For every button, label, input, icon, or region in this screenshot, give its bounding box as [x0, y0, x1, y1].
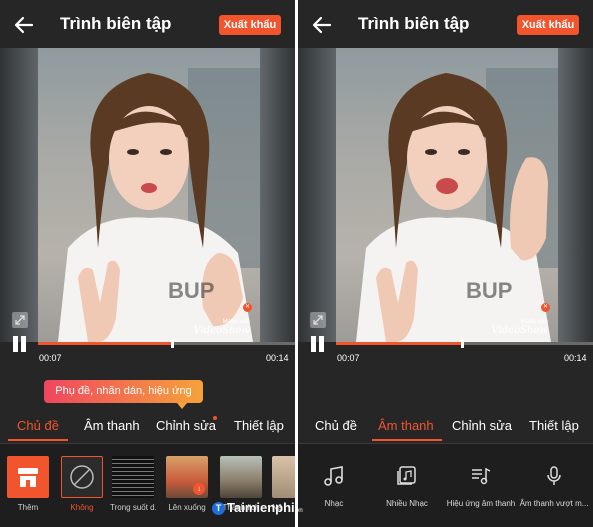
audio-tool-music[interactable]: Nhạc: [298, 464, 370, 508]
active-tab-indicator: [372, 439, 442, 441]
video-preview[interactable]: BUP ✕ Made with VideoShow: [38, 48, 260, 342]
audio-tool-multi-music[interactable]: Nhiều Nhạc: [371, 464, 443, 508]
video-blur-right: [558, 48, 593, 342]
progress-fill: [38, 342, 172, 345]
theme-thumbnail: [272, 456, 295, 498]
theme-thumbnail: [220, 456, 262, 498]
tab-theme[interactable]: Chủ đề: [315, 418, 357, 433]
theme-thumbnail: [112, 456, 154, 498]
video-blur-left: [298, 48, 336, 342]
audio-tool-voiceover[interactable]: Âm thanh vượt m...: [518, 464, 590, 508]
video-blur-right: [260, 48, 295, 342]
video-blur-left: [0, 48, 38, 342]
sound-effect-icon: [472, 467, 491, 485]
svg-text:BUP: BUP: [168, 278, 214, 303]
music-note-icon: [324, 466, 343, 486]
audio-tool-sound-effect[interactable]: Hiệu ứng âm thanh: [445, 464, 517, 508]
editor-tabs: Chủ đề Âm thanh Chỉnh sửa Thiết lập: [298, 412, 593, 442]
theme-item-updown[interactable]: ↓ Lên xuống: [164, 456, 210, 512]
total-time: 00:14: [564, 353, 587, 363]
export-button[interactable]: Xuất khẩu: [219, 15, 281, 35]
back-arrow-icon[interactable]: [310, 13, 334, 37]
elapsed-time: 00:07: [39, 353, 62, 363]
new-badge-dot: [213, 416, 217, 420]
video-frame-illustration: BUP: [58, 68, 260, 342]
top-bar: Trình biên tập Xuất khẩu: [0, 0, 295, 50]
watermark-close-icon[interactable]: ✕: [243, 303, 252, 312]
progress-bar[interactable]: [336, 339, 593, 348]
page-title: Trình biên tập: [358, 14, 470, 33]
tab-theme[interactable]: Chủ đề: [17, 418, 59, 433]
brand-logo-icon: T: [212, 502, 225, 516]
progress-fill: [336, 342, 462, 345]
progress-handle[interactable]: [461, 339, 464, 348]
fullscreen-icon[interactable]: [310, 312, 326, 328]
tab-audio[interactable]: Âm thanh: [84, 418, 140, 433]
brand-watermark: T Taimienphi.vn: [212, 500, 303, 516]
tab-settings[interactable]: Thiết lập: [234, 418, 284, 433]
tab-settings[interactable]: Thiết lập: [529, 418, 579, 433]
page-title: Trình biên tập: [60, 14, 172, 33]
export-button[interactable]: Xuất khẩu: [517, 15, 579, 35]
editor-panel-audio: Trình biên tập Xuất khẩu BUP ✕ Made with…: [298, 0, 593, 527]
edit-hint-tooltip: Phụ đề, nhãn dán, hiệu ứng: [44, 380, 203, 403]
tab-edit[interactable]: Chỉnh sửa: [156, 418, 216, 433]
elapsed-time: 00:07: [337, 353, 360, 363]
theme-item-add[interactable]: Thêm: [5, 456, 51, 512]
multi-music-icon: [397, 466, 416, 485]
back-arrow-icon[interactable]: [12, 13, 36, 37]
svg-text:BUP: BUP: [466, 278, 512, 303]
microphone-icon: [547, 466, 561, 485]
total-time: 00:14: [266, 353, 289, 363]
pause-icon[interactable]: [12, 336, 28, 352]
watermark: Made with VideoShow: [193, 319, 250, 336]
fullscreen-icon[interactable]: [12, 312, 28, 328]
theme-thumbnail: ↓: [166, 456, 208, 498]
editor-panel-themes: Trình biên tập Xuất khẩu BUP ✕ Made with…: [0, 0, 295, 527]
video-frame-illustration: BUP: [356, 68, 558, 342]
theme-item-none[interactable]: Không: [59, 456, 105, 512]
audio-tools: Nhạc Nhiều Nhạc Hiệu ứng âm thanh Âm tha…: [298, 444, 593, 527]
watermark: Made with VideoShow: [491, 319, 548, 336]
active-tab-indicator: [8, 439, 68, 441]
none-icon: [61, 456, 103, 498]
editor-tabs: Chủ đề Âm thanh Chỉnh sửa Thiết lập: [0, 412, 295, 442]
progress-bar[interactable]: [38, 339, 295, 348]
pause-icon[interactable]: [310, 336, 326, 352]
progress-handle[interactable]: [171, 339, 174, 348]
store-icon: [7, 456, 49, 498]
top-bar: Trình biên tập Xuất khẩu: [298, 0, 593, 50]
download-icon: ↓: [193, 483, 205, 495]
video-preview[interactable]: BUP ✕ Made with VideoShow: [336, 48, 558, 342]
tab-edit[interactable]: Chỉnh sửa: [452, 418, 512, 433]
tooltip-arrow: [177, 403, 187, 409]
theme-item-transparent[interactable]: Trong suốt d...: [110, 456, 156, 512]
tab-audio[interactable]: Âm thanh: [378, 418, 434, 433]
watermark-close-icon[interactable]: ✕: [541, 303, 550, 312]
